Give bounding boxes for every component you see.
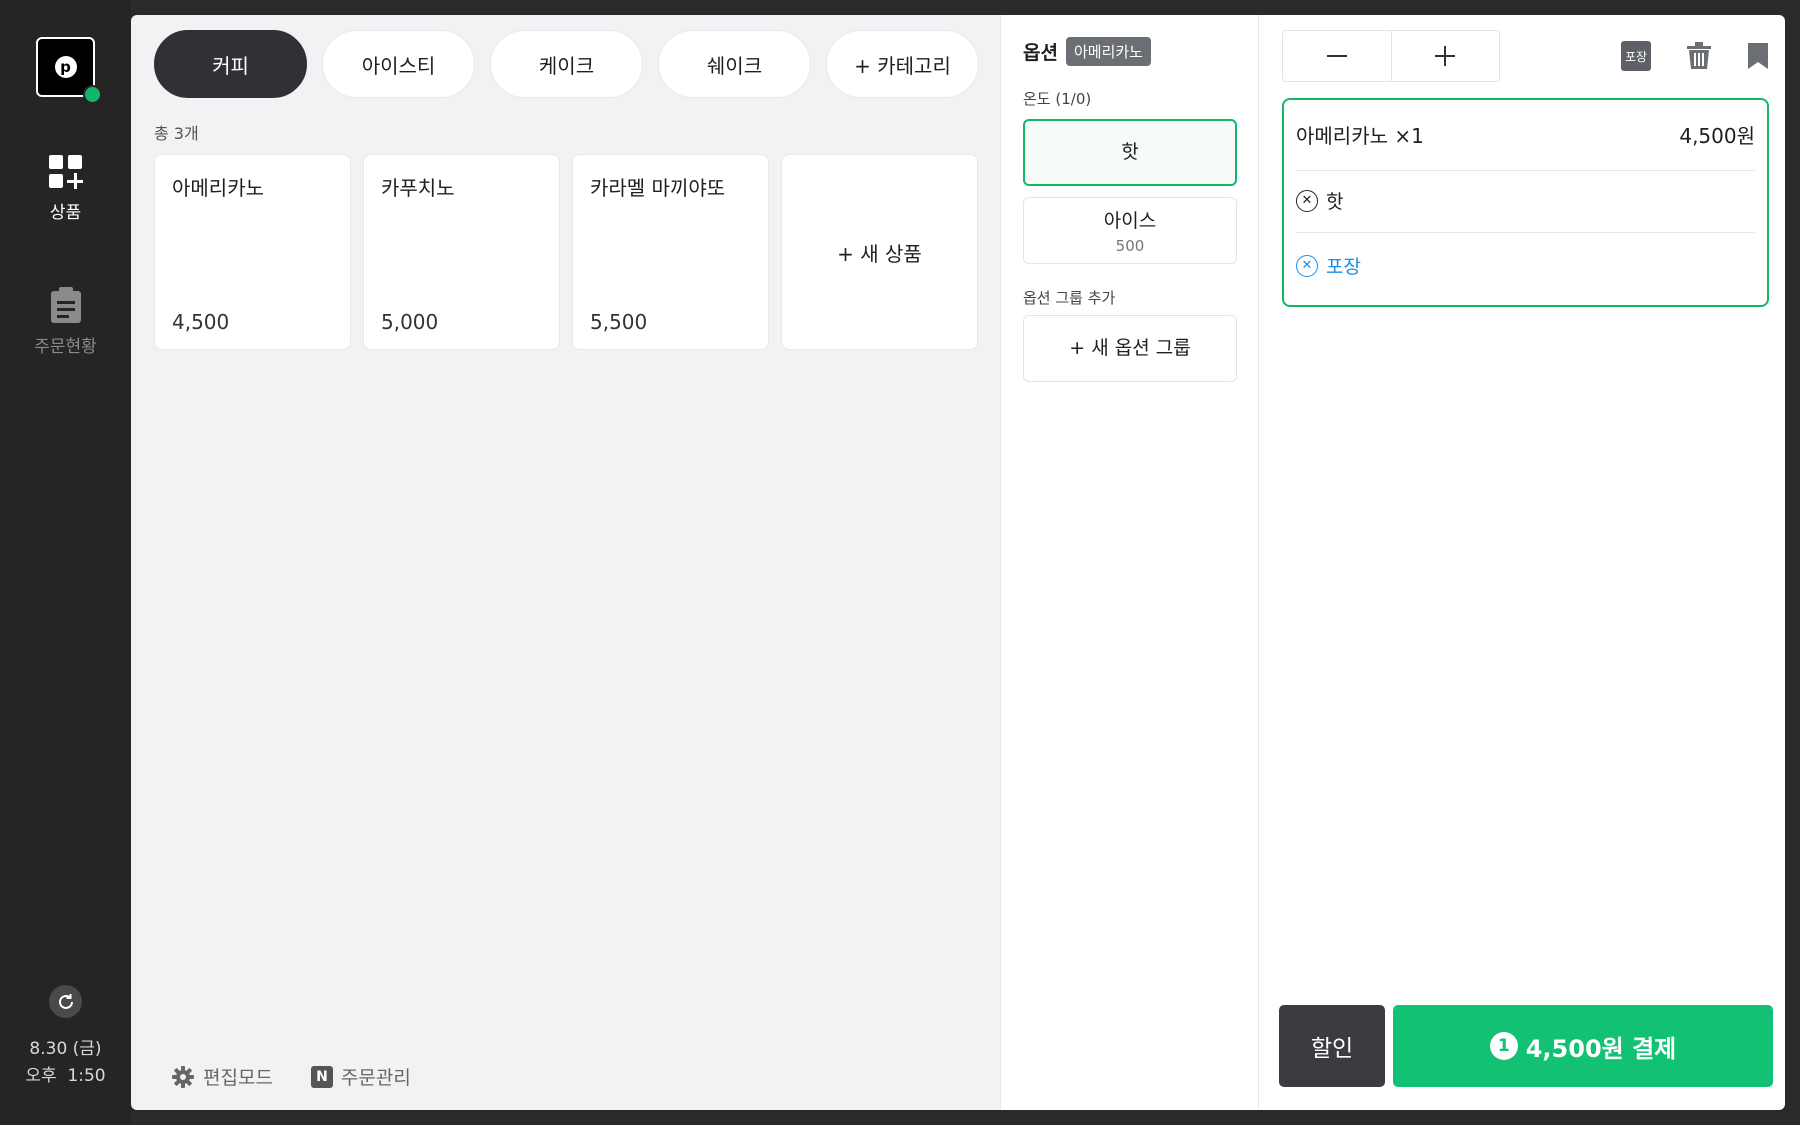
category-tabs: 커피 아이스티 케이크 쉐이크 + 카테고리 xyxy=(154,30,979,98)
main-footer: 편집모드 N 주문관리 xyxy=(171,1063,411,1090)
add-option-group-label: 옵션 그룹 추가 xyxy=(1023,289,1116,307)
datetime: 8.30 (금) 오후 1:50 xyxy=(0,1036,131,1090)
option-label: 아이스 xyxy=(1103,210,1157,232)
cart-line-item[interactable]: 아메리카노 ×1 4,500원 ✕ 핫 ✕ 포장 xyxy=(1282,98,1769,307)
option-group-label: 온도 (1/0) xyxy=(1023,90,1092,108)
option-hot[interactable]: 핫 xyxy=(1023,119,1237,186)
cart-option-label: 포장 xyxy=(1326,256,1361,278)
product-price: 5,500 xyxy=(590,310,648,334)
product-card-americano[interactable]: 아메리카노 4,500 xyxy=(154,154,351,350)
quantity-stepper xyxy=(1282,30,1500,82)
refresh-icon xyxy=(58,993,73,1009)
cart-toolbar: 포장 xyxy=(1621,41,1769,71)
nav-products-label: 상품 xyxy=(49,203,82,223)
product-card-cappuccino[interactable]: 카푸치노 5,000 xyxy=(363,154,560,350)
minus-icon xyxy=(1326,55,1347,57)
edit-mode-label: 편집모드 xyxy=(203,1067,273,1089)
increase-quantity-button[interactable] xyxy=(1390,31,1500,81)
nav-products[interactable]: 상품 xyxy=(0,154,131,223)
store-logo[interactable]: p xyxy=(36,37,102,104)
edit-mode-button[interactable]: 편집모드 xyxy=(171,1063,273,1090)
options-header: 옵션 아메리카노 xyxy=(1023,37,1151,66)
order-manage-button[interactable]: N 주문관리 xyxy=(310,1063,411,1090)
product-name: 아메리카노 xyxy=(172,176,264,200)
remove-option-icon[interactable]: ✕ xyxy=(1296,254,1318,277)
cart-item-price: 4,500원 xyxy=(1679,124,1755,148)
cart-item-option-pack: ✕ 포장 xyxy=(1296,252,1755,279)
trash-icon[interactable] xyxy=(1686,42,1712,70)
clipboard-icon xyxy=(50,287,81,323)
remove-option-icon[interactable]: ✕ xyxy=(1296,189,1318,212)
selected-product-tag: 아메리카노 xyxy=(1065,37,1151,66)
product-area: 커피 아이스티 케이크 쉐이크 + 카테고리 총 3개 아메리카노 4,500 … xyxy=(131,15,1000,1110)
cart-item-option: ✕ 핫 xyxy=(1296,187,1755,214)
bookmark-icon[interactable] xyxy=(1747,42,1769,70)
product-total-count: 총 3개 xyxy=(154,124,199,143)
divider xyxy=(1296,170,1755,171)
option-ice[interactable]: 아이스 500 xyxy=(1023,197,1237,264)
category-tab-coffee[interactable]: 커피 xyxy=(154,30,307,98)
discount-button[interactable]: 할인 xyxy=(1279,1005,1385,1087)
date-text: 8.30 (금) xyxy=(29,1039,102,1059)
new-option-group-label: + 새 옵션 그룹 xyxy=(1069,337,1191,359)
add-category-button[interactable]: + 카테고리 xyxy=(826,30,979,98)
naver-n-icon: N xyxy=(310,1065,333,1088)
divider xyxy=(1296,232,1755,233)
options-panel: 옵션 아메리카노 온도 (1/0) 핫 아이스 500 옵션 그룹 추가 + 새… xyxy=(1000,15,1259,1110)
online-status-dot xyxy=(83,85,102,104)
time-text: 오후 1:50 xyxy=(25,1066,106,1086)
cart-item-name: 아메리카노 ×1 xyxy=(1296,124,1424,148)
product-name: 카푸치노 xyxy=(381,176,455,200)
category-tab-cake[interactable]: 케이크 xyxy=(490,30,643,98)
sidebar: p 상품 주문현황 8.30 (금) 오후 1:50 xyxy=(0,0,131,1125)
logo-mark: p xyxy=(54,56,77,78)
gear-icon xyxy=(172,1065,194,1088)
item-count-badge: 1 xyxy=(1489,1032,1518,1060)
order-manage-label: 주문관리 xyxy=(340,1067,411,1089)
add-product-button[interactable]: + 새 상품 xyxy=(781,154,978,350)
option-label: 핫 xyxy=(1121,141,1139,163)
nav-order-status-label: 주문현황 xyxy=(34,337,97,357)
cart-item-header: 아메리카노 ×1 4,500원 xyxy=(1296,120,1755,149)
grid-plus-icon xyxy=(48,155,83,189)
decrease-quantity-button[interactable] xyxy=(1283,31,1391,81)
product-price: 5,000 xyxy=(381,310,439,334)
category-tab-shake[interactable]: 쉐이크 xyxy=(658,30,811,98)
refresh-button[interactable] xyxy=(49,985,82,1018)
pay-label: 4,500원 결제 xyxy=(1525,1034,1677,1063)
option-price: 500 xyxy=(1115,237,1145,255)
new-option-group-button[interactable]: + 새 옵션 그룹 xyxy=(1023,315,1237,382)
cart-panel: 포장 아메리카노 ×1 4,500원 ✕ 핫 ✕ 포장 할인 1 4,500원 … xyxy=(1259,15,1785,1110)
plus-icon xyxy=(1435,46,1456,66)
nav-order-status[interactable]: 주문현황 xyxy=(0,286,131,357)
takeout-toggle[interactable]: 포장 xyxy=(1621,41,1651,71)
product-grid: 아메리카노 4,500 카푸치노 5,000 카라멜 마끼야또 5,500 + … xyxy=(154,154,978,350)
product-card-caramel-macchiato[interactable]: 카라멜 마끼야또 5,500 xyxy=(572,154,769,350)
options-title: 옵션 xyxy=(1023,42,1058,64)
category-tab-icetea[interactable]: 아이스티 xyxy=(322,30,475,98)
cart-option-label: 핫 xyxy=(1326,191,1344,213)
product-price: 4,500 xyxy=(172,310,230,334)
pay-button[interactable]: 1 4,500원 결제 xyxy=(1393,1005,1773,1087)
product-name: 카라멜 마끼야또 xyxy=(590,176,726,200)
